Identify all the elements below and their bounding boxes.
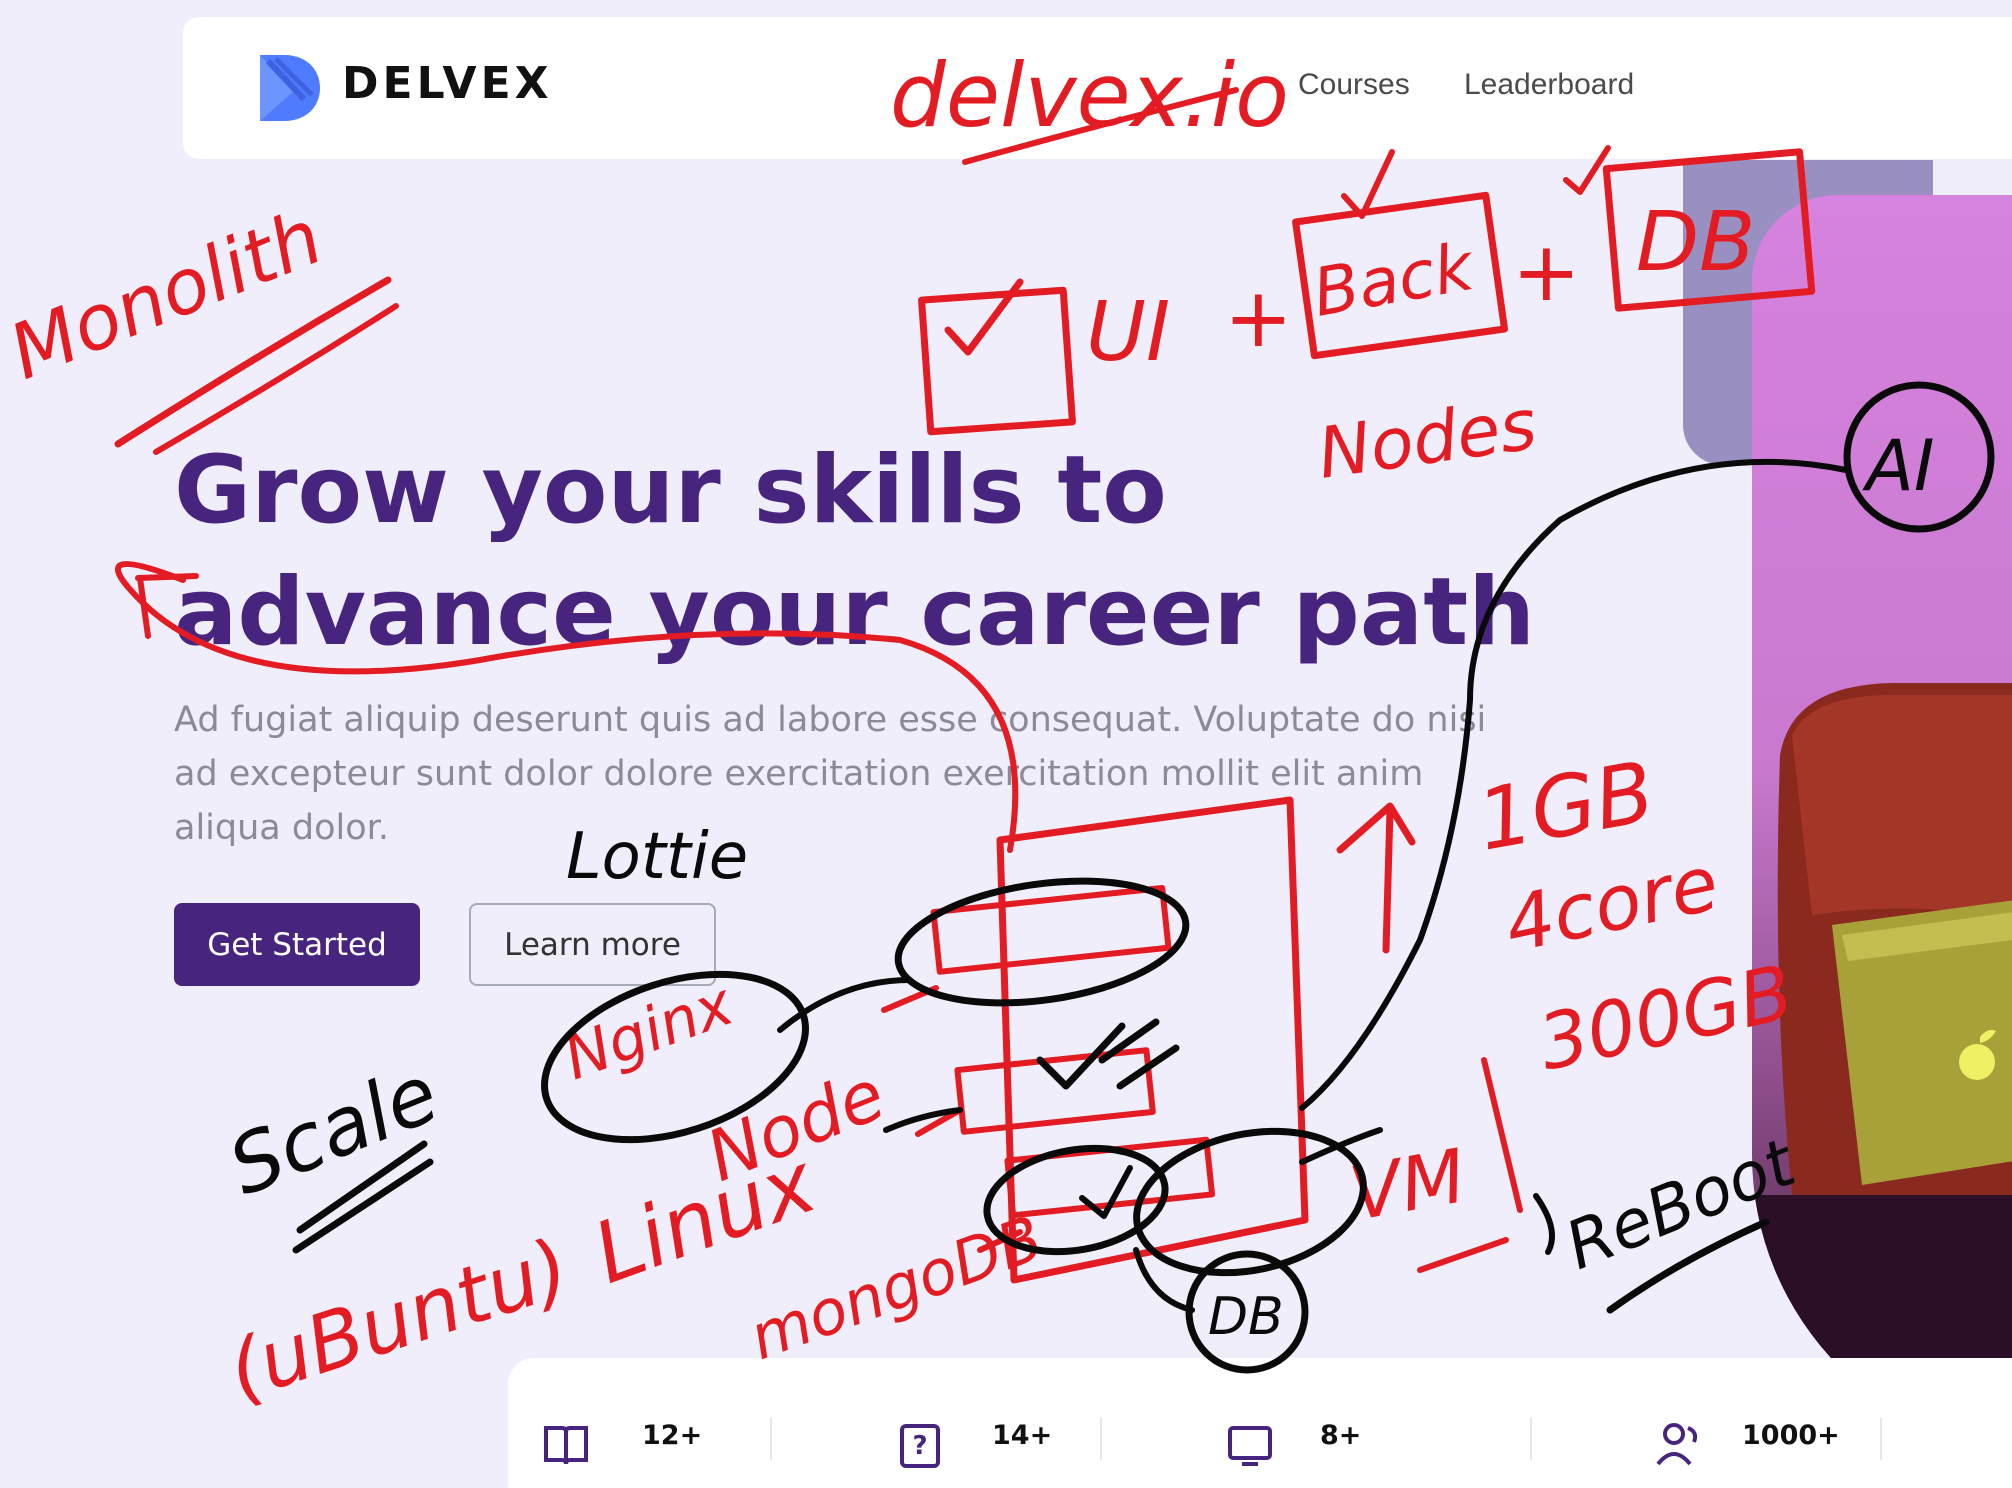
stat-value-learners: 1000+ bbox=[1742, 1420, 1840, 1451]
annotation-vm: VM bbox=[1344, 1133, 1472, 1238]
annotation-linux: Linux bbox=[581, 1133, 828, 1303]
annotation-1gb: 1GB bbox=[1470, 743, 1661, 870]
hero-title-line-1: Grow your skills to bbox=[174, 436, 1167, 545]
stat-divider bbox=[1880, 1418, 1882, 1460]
brand-name[interactable]: DELVEX bbox=[342, 58, 553, 109]
annotation-plus: + bbox=[1224, 271, 1293, 366]
annotation-4core: 4core bbox=[1497, 838, 1725, 970]
hero-photo-scene bbox=[1752, 683, 2012, 1455]
stat-value-quizzes: 14+ bbox=[992, 1420, 1053, 1451]
hero-image bbox=[1752, 195, 2012, 1455]
stat-value-courses: 12+ bbox=[642, 1420, 703, 1451]
stat-divider bbox=[1100, 1418, 1102, 1460]
hero-title: Grow your skills to advance your career … bbox=[174, 430, 1594, 674]
stat-divider bbox=[770, 1418, 772, 1460]
annotation-back: Back bbox=[1307, 228, 1481, 332]
annotation-node: Node bbox=[696, 1053, 896, 1197]
hero-title-line-2: advance your career path bbox=[174, 558, 1536, 667]
book-icon bbox=[544, 1426, 588, 1465]
annotation-mongodb: mongoDB bbox=[740, 1201, 1052, 1374]
nav-link-leaderboard[interactable]: Leaderboard bbox=[1464, 68, 1634, 102]
monitor-icon bbox=[1228, 1426, 1272, 1466]
annotation-plus: + bbox=[1512, 225, 1581, 320]
stat-divider bbox=[1530, 1418, 1532, 1460]
delvex-logo-icon[interactable] bbox=[254, 51, 322, 125]
svg-text:?: ? bbox=[912, 1431, 927, 1461]
learn-more-button[interactable]: Learn more bbox=[469, 903, 716, 986]
get-started-button[interactable]: Get Started bbox=[174, 903, 420, 986]
nav-link-courses[interactable]: Courses bbox=[1298, 68, 1410, 102]
annotation-monolith: Monolith bbox=[0, 192, 334, 397]
annotation-scale: Scale bbox=[216, 1047, 450, 1214]
quiz-icon: ? bbox=[900, 1424, 940, 1468]
annotation-db-circle: DB bbox=[1208, 1287, 1284, 1347]
annotation-nginx: Nginx bbox=[555, 969, 742, 1094]
hero-description: Ad fugiat aliquip deserunt quis ad labor… bbox=[174, 700, 1487, 848]
users-icon bbox=[1656, 1423, 1698, 1466]
stat-value-projects: 8+ bbox=[1320, 1420, 1362, 1451]
annotation-ui: UI bbox=[1086, 285, 1170, 380]
